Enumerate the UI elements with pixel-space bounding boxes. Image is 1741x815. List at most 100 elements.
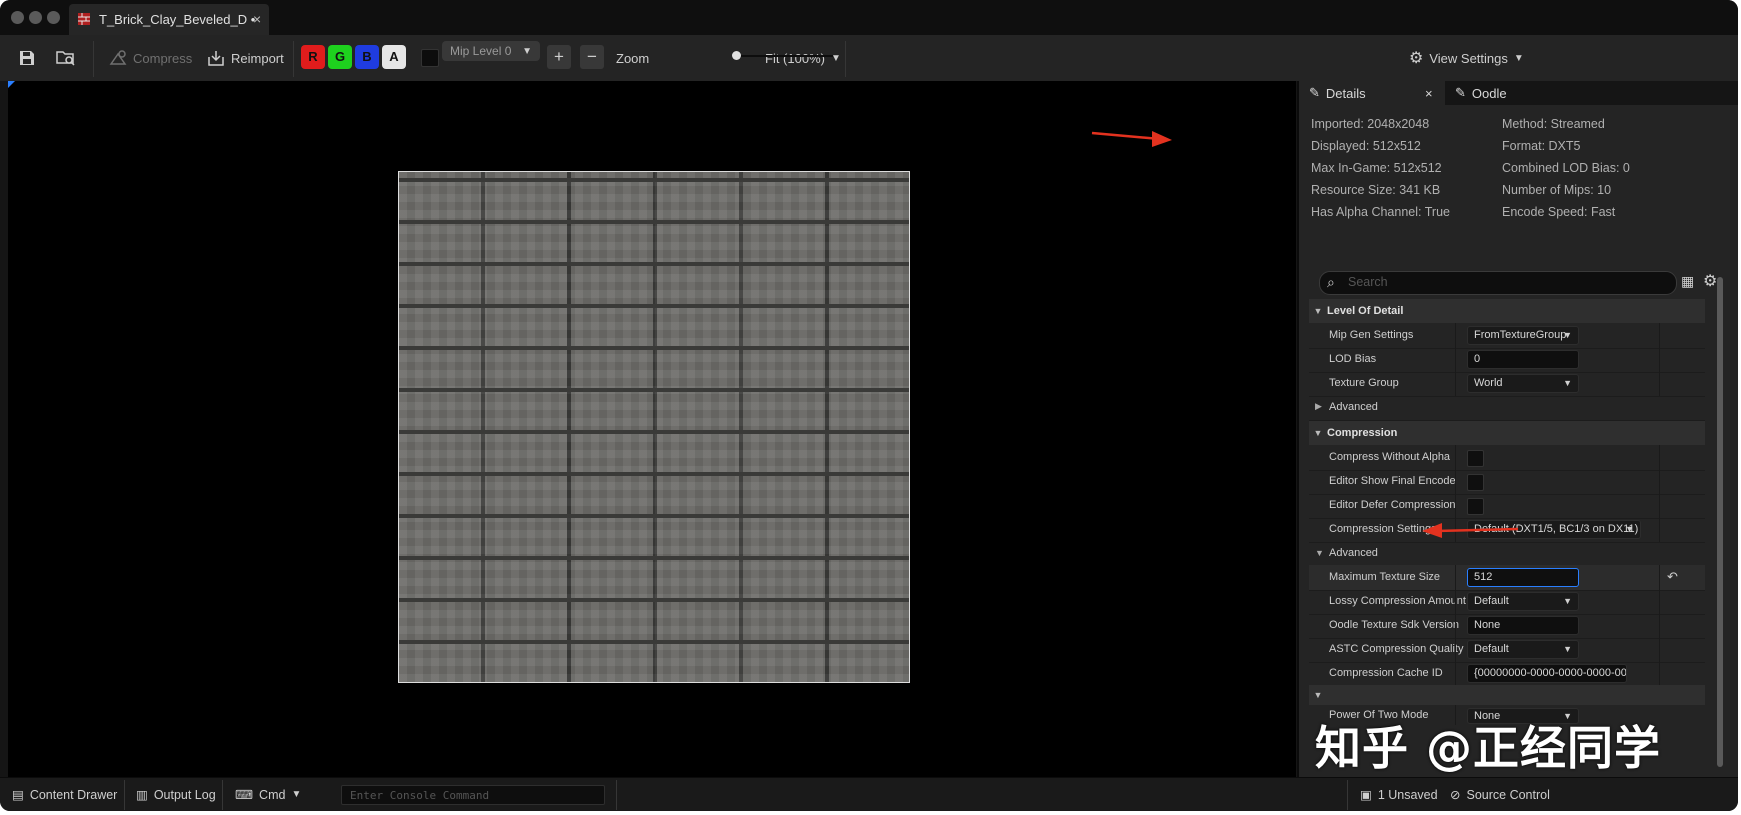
console-command-input[interactable]: Enter Console Command bbox=[341, 785, 605, 805]
row-editor-defer-compression: Editor Defer Compression bbox=[1309, 493, 1705, 519]
minimize-window-button[interactable] bbox=[29, 11, 42, 24]
compression-cache-id-input[interactable]: {00000000-0000-0000-0000-00 bbox=[1467, 664, 1627, 683]
terminal-icon: ⌨ bbox=[235, 788, 254, 802]
row-label: Advanced bbox=[1329, 401, 1378, 413]
zoom-slider-track[interactable] bbox=[737, 55, 833, 57]
row-maximum-texture-size: Maximum Texture Size 512 ↶ bbox=[1309, 565, 1705, 591]
unsaved-button[interactable]: ▣ 1 Unsaved bbox=[1360, 787, 1438, 803]
content-drawer-label: Content Drawer bbox=[29, 787, 118, 802]
row-oodle-texture-sdk-version: Oodle Texture Sdk Version None bbox=[1309, 613, 1705, 639]
close-details-tab-button[interactable]: × bbox=[1425, 86, 1433, 101]
texture-group-dropdown[interactable]: World ▼ bbox=[1467, 374, 1579, 393]
gear-icon: ⚙ bbox=[1409, 50, 1424, 67]
view-settings-button[interactable]: ⚙ View Settings ▼ bbox=[1409, 45, 1524, 71]
status-divider bbox=[1347, 780, 1348, 810]
lossy-compression-dropdown[interactable]: Default ▼ bbox=[1467, 592, 1579, 611]
asset-tab[interactable]: T_Brick_Clay_Beveled_D • × bbox=[69, 4, 269, 35]
astc-quality-value: Default bbox=[1474, 643, 1509, 655]
compress-without-alpha-checkbox[interactable] bbox=[1467, 450, 1484, 467]
zoom-dropdown[interactable]: Fit (100%) ▼ bbox=[765, 45, 841, 71]
asset-tab-name: T_Brick_Clay_Beveled_D bbox=[99, 12, 248, 27]
editor-window: T_Brick_Clay_Beveled_D • × Compress Reim… bbox=[0, 0, 1738, 811]
source-control-button[interactable]: ⊘ Source Control bbox=[1450, 787, 1550, 803]
reimport-button[interactable]: Reimport bbox=[207, 45, 284, 71]
gear-icon[interactable]: ⚙ bbox=[1703, 271, 1717, 291]
channel-a-toggle[interactable]: A bbox=[382, 45, 406, 69]
chevron-down-icon: ▼ bbox=[1563, 330, 1572, 340]
column-divider bbox=[1659, 589, 1660, 614]
mip-gen-dropdown[interactable]: FromTextureGroup ▼ bbox=[1467, 326, 1579, 345]
content-drawer-icon: ▤ bbox=[12, 788, 24, 802]
row-astc-compression-quality: ASTC Compression Quality Default ▼ bbox=[1309, 637, 1705, 663]
channel-b-toggle[interactable]: B bbox=[355, 45, 379, 69]
row-texture-group: Texture Group World ▼ bbox=[1309, 371, 1705, 397]
mip-increase-button[interactable]: + bbox=[547, 45, 571, 69]
annotation-arrow-displayed bbox=[1091, 131, 1172, 147]
row-mip-gen-settings: Mip Gen Settings FromTextureGroup ▼ bbox=[1309, 323, 1705, 349]
chevron-down-icon: ▼ bbox=[1315, 548, 1324, 558]
tab-close-button[interactable]: × bbox=[253, 11, 261, 27]
chevron-down-icon: ▼ bbox=[1313, 428, 1323, 438]
chevron-down-icon: ▼ bbox=[1625, 524, 1634, 534]
category-level-of-detail[interactable]: ▼ Level Of Detail bbox=[1309, 299, 1705, 323]
maximize-window-button[interactable] bbox=[47, 11, 60, 24]
column-divider bbox=[1455, 371, 1456, 396]
channel-r-toggle[interactable]: R bbox=[301, 45, 325, 69]
viewport-corner-marker bbox=[8, 81, 15, 88]
reset-to-default-icon[interactable]: ↶ bbox=[1667, 569, 1678, 585]
view-settings-label: View Settings bbox=[1429, 50, 1508, 66]
save-button[interactable] bbox=[18, 45, 36, 71]
column-divider bbox=[1455, 469, 1456, 494]
details-panel: ✎ Details × ✎ Oodle Imported: 2048x2048 … bbox=[1297, 81, 1738, 777]
category-label: Compression bbox=[1327, 427, 1398, 439]
maximum-texture-size-input[interactable]: 512 bbox=[1467, 568, 1579, 587]
texture-viewport[interactable] bbox=[8, 81, 1296, 777]
column-divider bbox=[1455, 565, 1456, 590]
title-bar: T_Brick_Clay_Beveled_D • × bbox=[0, 0, 1738, 35]
row-label: LOD Bias bbox=[1329, 353, 1377, 365]
row-label: Compress Without Alpha bbox=[1329, 451, 1451, 463]
row-label: Editor Show Final Encode bbox=[1329, 475, 1456, 487]
category-collapsed[interactable]: ▼ bbox=[1309, 685, 1705, 705]
zoom-slider-handle[interactable] bbox=[732, 51, 741, 60]
lod-bias-input[interactable]: 0 bbox=[1467, 350, 1579, 369]
row-label: ASTC Compression Quality bbox=[1329, 643, 1464, 655]
category-compression[interactable]: ▼ Compression bbox=[1309, 421, 1705, 445]
row-editor-show-final-encode: Editor Show Final Encode bbox=[1309, 469, 1705, 495]
show-final-encode-checkbox[interactable] bbox=[1467, 474, 1484, 491]
oodle-sdk-version-input[interactable]: None bbox=[1467, 616, 1579, 635]
mip-level-dropdown[interactable]: Mip Level 0 ▼ bbox=[442, 41, 540, 61]
table-view-icon[interactable]: ▦ bbox=[1681, 273, 1694, 290]
column-divider bbox=[1659, 613, 1660, 638]
close-window-button[interactable] bbox=[11, 11, 24, 24]
cmd-dropdown[interactable]: ⌨ Cmd ▼ bbox=[235, 787, 301, 803]
channel-g-toggle[interactable]: G bbox=[328, 45, 352, 69]
row-label: Editor Defer Compression bbox=[1329, 499, 1456, 511]
info-imported: Imported: 2048x2048 bbox=[1311, 117, 1430, 131]
toolbar-divider bbox=[845, 41, 846, 77]
mip-decrease-button[interactable]: − bbox=[580, 45, 604, 69]
content-drawer-button[interactable]: ▤ Content Drawer bbox=[12, 787, 118, 803]
search-placeholder: Search bbox=[1348, 275, 1388, 289]
chevron-down-icon: ▼ bbox=[1313, 690, 1323, 700]
defer-compression-checkbox[interactable] bbox=[1467, 498, 1484, 515]
source-control-icon: ⊘ bbox=[1450, 788, 1461, 802]
details-scrollbar[interactable] bbox=[1717, 277, 1723, 767]
row-compression-advanced[interactable]: ▼ Advanced bbox=[1309, 541, 1705, 567]
compress-button[interactable]: Compress bbox=[109, 45, 192, 71]
details-search-input[interactable]: ⌕ Search bbox=[1319, 271, 1677, 295]
zoom-label: Zoom bbox=[616, 50, 650, 66]
column-divider bbox=[1455, 589, 1456, 614]
astc-quality-dropdown[interactable]: Default ▼ bbox=[1467, 640, 1579, 659]
reimport-label: Reimport bbox=[231, 50, 284, 66]
tab-oodle[interactable]: ✎ Oodle bbox=[1455, 81, 1507, 105]
column-divider bbox=[1455, 347, 1456, 372]
browse-asset-button[interactable] bbox=[56, 45, 76, 71]
output-log-button[interactable]: ▥ Output Log bbox=[136, 787, 216, 803]
mip-level-checkbox[interactable] bbox=[421, 49, 439, 67]
row-lod-advanced[interactable]: ▶ Advanced bbox=[1309, 395, 1705, 421]
compress-label: Compress bbox=[133, 50, 193, 66]
tab-details[interactable]: ✎ Details × bbox=[1299, 81, 1445, 105]
row-lod-bias: LOD Bias 0 bbox=[1309, 347, 1705, 373]
info-lod-bias: Combined LOD Bias: 0 bbox=[1502, 161, 1630, 175]
